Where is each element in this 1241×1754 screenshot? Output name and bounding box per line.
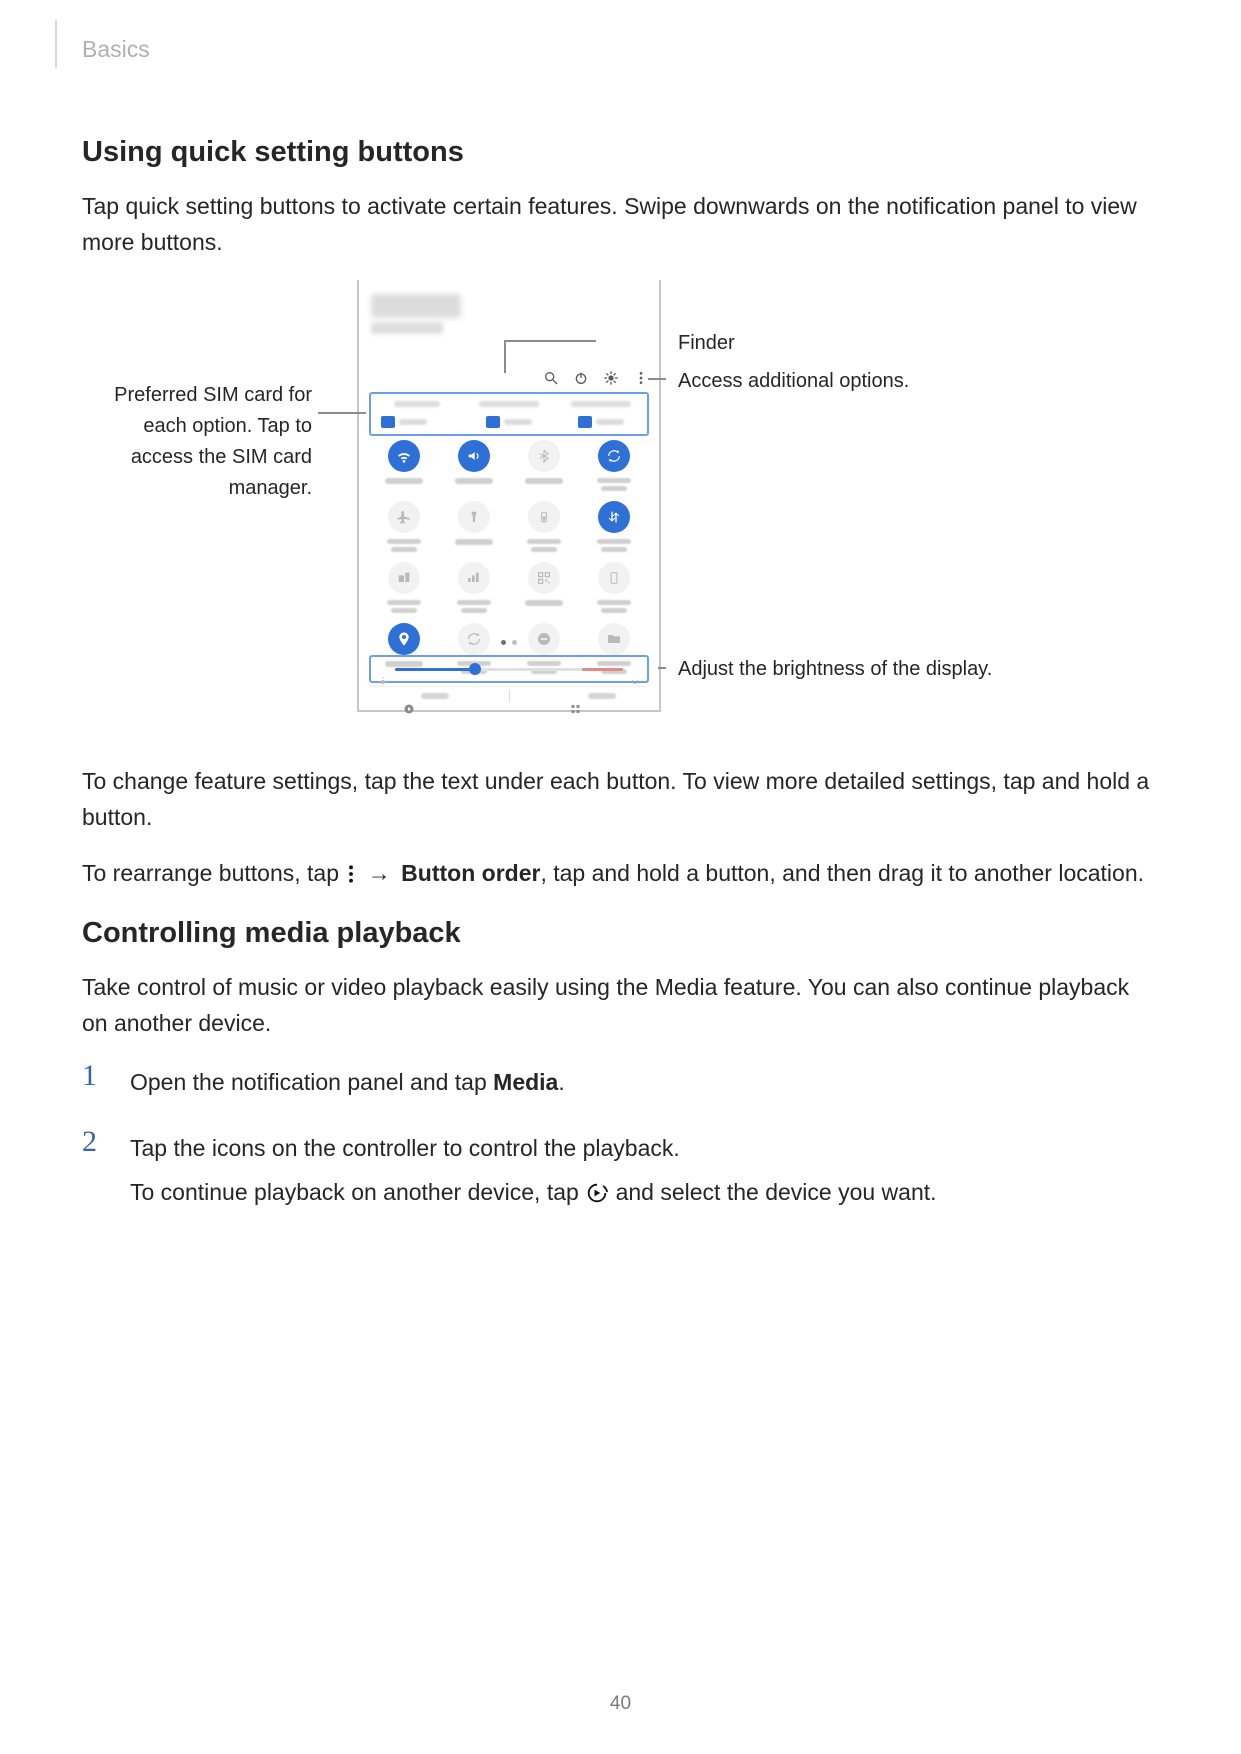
mobile-hotspot-icon[interactable]	[388, 562, 420, 594]
para-rearrange: To rearrange buttons, tap → Button order…	[82, 856, 1159, 892]
devices-icon	[570, 690, 582, 702]
wifi-icon[interactable]	[388, 440, 420, 472]
callout-sim: Preferred SIM card for each option. Tap …	[82, 380, 312, 504]
qs-label	[387, 539, 421, 552]
qs-tile-auto-rotate[interactable]	[579, 440, 649, 491]
qs-tile-wifi[interactable]	[369, 440, 439, 491]
para-media-intro: Take control of music or video playback …	[82, 970, 1159, 1041]
heading-media-playback: Controlling media playback	[82, 911, 1159, 956]
more-icon[interactable]	[633, 370, 649, 386]
power-icon[interactable]	[573, 370, 589, 386]
dark-mode-icon[interactable]	[598, 562, 630, 594]
qs-label	[385, 478, 423, 484]
more-icon	[345, 864, 357, 884]
para-change-settings: To change feature settings, tap the text…	[82, 764, 1159, 835]
qs-tile-performance[interactable]	[439, 562, 509, 613]
chevron-down-icon[interactable]	[629, 663, 641, 675]
step-number: 2	[82, 1127, 106, 1218]
qs-tile-mobile-hotspot[interactable]	[369, 562, 439, 613]
gear-icon[interactable]	[603, 370, 619, 386]
media-chip[interactable]	[403, 690, 449, 702]
qs-tile-mobile-data[interactable]	[579, 501, 649, 552]
step-2: 2 Tap the icons on the controller to con…	[82, 1127, 1159, 1218]
flight-mode-icon[interactable]	[388, 501, 420, 533]
intro-paragraph: Tap quick setting buttons to activate ce…	[82, 189, 1159, 260]
sync-icon[interactable]	[458, 623, 490, 655]
location-icon[interactable]	[388, 623, 420, 655]
search-icon[interactable]	[543, 370, 559, 386]
figure-quick-settings: Finder Access additional options. Prefer…	[82, 280, 1159, 740]
dnd-icon[interactable]	[528, 623, 560, 655]
sound-icon[interactable]	[458, 440, 490, 472]
status-time-blurred	[371, 294, 461, 318]
qs-label	[387, 600, 421, 613]
qs-label	[525, 600, 563, 606]
brightness-slider[interactable]	[369, 655, 649, 683]
status-date-blurred	[371, 322, 443, 334]
heading-quick-settings: Using quick setting buttons	[82, 130, 1159, 175]
cast-play-icon	[585, 1183, 609, 1203]
qs-label	[597, 478, 631, 491]
qs-tile-qr-scanner[interactable]	[509, 562, 579, 613]
bluetooth-icon[interactable]	[528, 440, 560, 472]
mobile-data-icon[interactable]	[598, 501, 630, 533]
devices-chip[interactable]	[570, 690, 616, 702]
qs-label	[457, 600, 491, 613]
callout-brightness: Adjust the brightness of the display.	[678, 654, 1008, 685]
callout-options: Access additional options.	[678, 366, 909, 397]
media-icon	[403, 690, 415, 702]
section-name: Basics	[82, 32, 150, 68]
callout-finder: Finder	[678, 328, 735, 359]
qs-label	[527, 539, 561, 552]
phone-mock	[357, 280, 661, 712]
brightness-low-icon	[377, 663, 389, 675]
sim-card-bar[interactable]	[369, 392, 649, 436]
power-saving-icon[interactable]	[528, 501, 560, 533]
quick-settings-grid	[369, 440, 649, 674]
flashlight-icon[interactable]	[458, 501, 490, 533]
secure-folder-icon[interactable]	[598, 623, 630, 655]
panel-bottom-bar	[369, 686, 649, 705]
page-number: 40	[0, 1689, 1241, 1718]
qs-tile-power-saving[interactable]	[509, 501, 579, 552]
qs-label	[525, 478, 563, 484]
qs-label	[455, 478, 493, 484]
qs-tile-flight-mode[interactable]	[369, 501, 439, 552]
qs-label	[597, 600, 631, 613]
qs-label	[597, 539, 631, 552]
qs-label	[455, 539, 493, 545]
qr-scanner-icon[interactable]	[528, 562, 560, 594]
panel-top-icons	[543, 370, 649, 386]
qs-tile-flashlight[interactable]	[439, 501, 509, 552]
step-number: 1	[82, 1061, 106, 1109]
auto-rotate-icon[interactable]	[598, 440, 630, 472]
qs-tile-sound[interactable]	[439, 440, 509, 491]
step-1: 1 Open the notification panel and tap Me…	[82, 1061, 1159, 1109]
qs-tile-bluetooth[interactable]	[509, 440, 579, 491]
performance-icon[interactable]	[458, 562, 490, 594]
page-dots	[501, 640, 517, 645]
margin-mark	[55, 20, 57, 68]
qs-tile-dark-mode[interactable]	[579, 562, 649, 613]
